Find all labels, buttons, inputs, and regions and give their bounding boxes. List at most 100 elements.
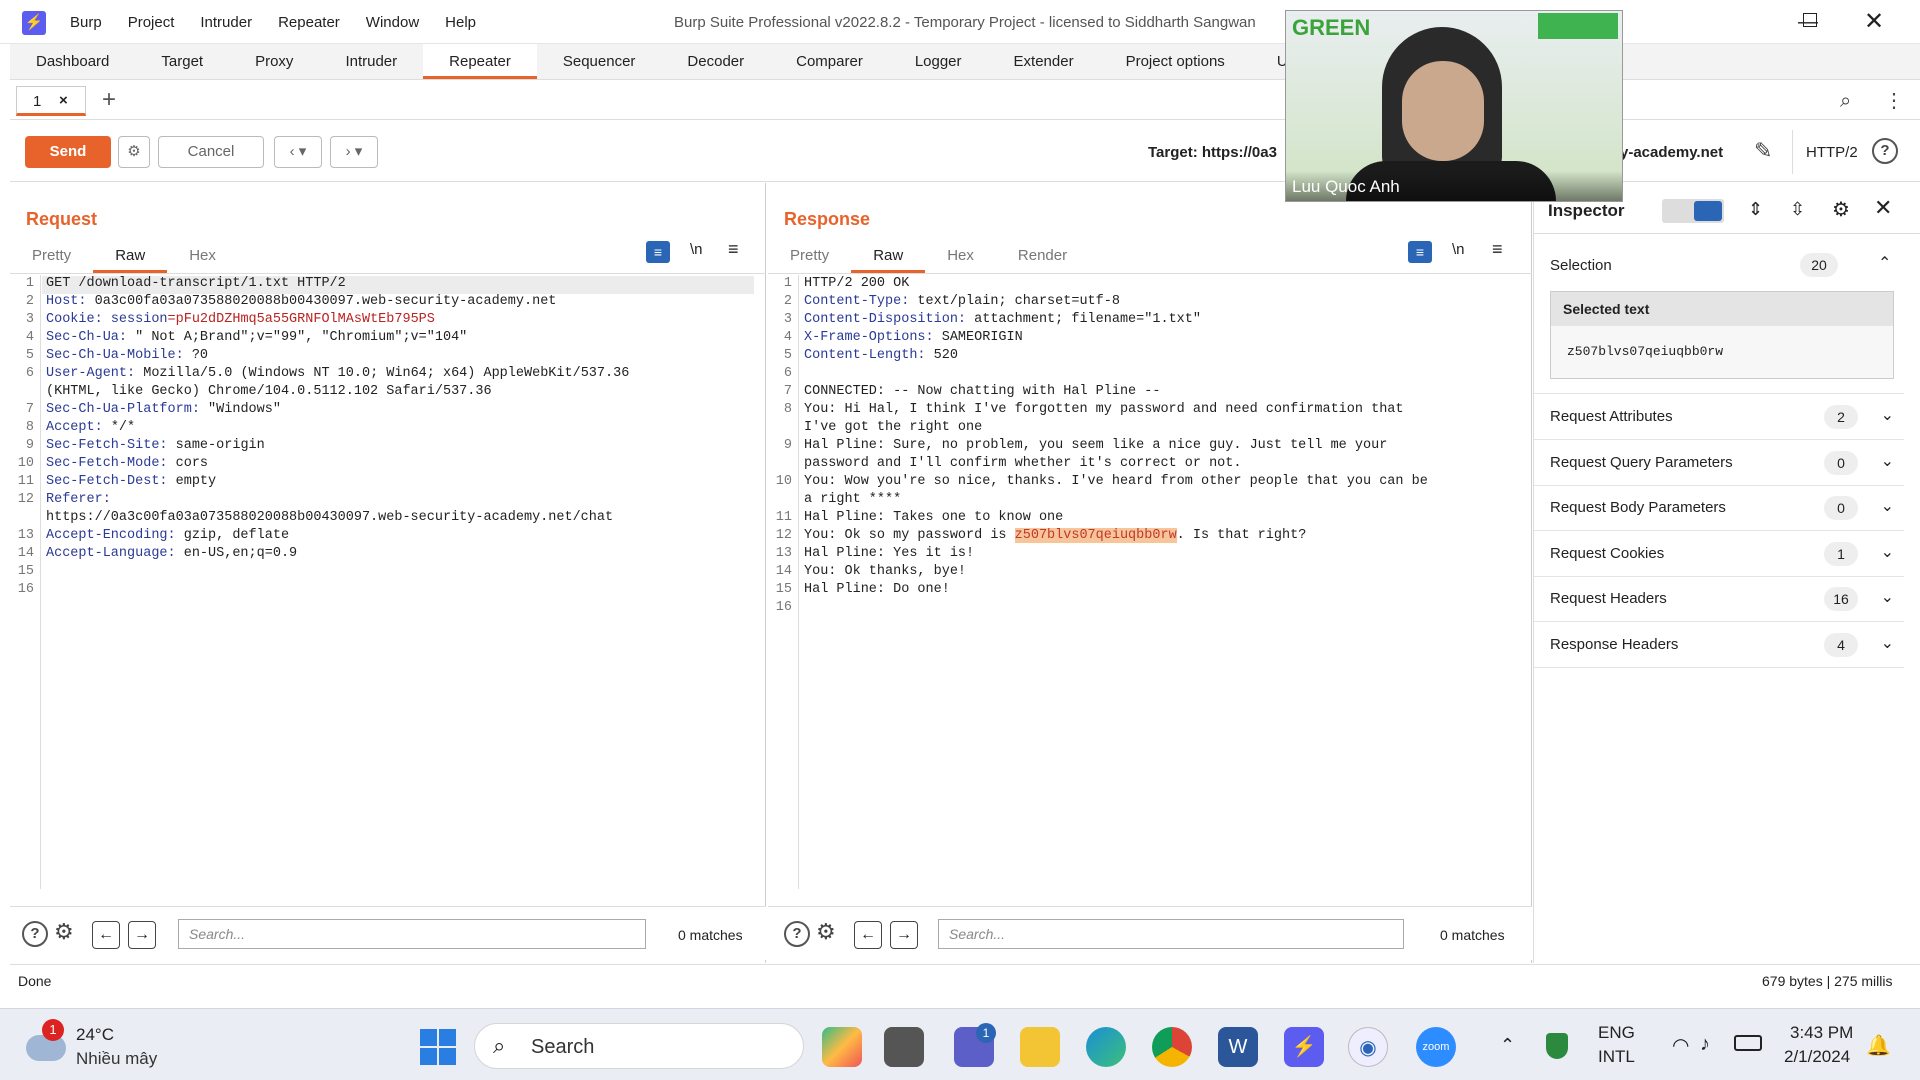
chevron-up-icon[interactable]: ⌃ — [1500, 1035, 1515, 1056]
menu-burp[interactable]: Burp — [70, 14, 102, 31]
next-match-icon[interactable]: → — [128, 921, 156, 949]
search-icon[interactable]: ⌕ — [1840, 90, 1851, 113]
weather-temp[interactable]: 24°C — [76, 1025, 114, 1045]
editor-line[interactable]: 9 Sec-Fetch-Site: same-origin — [10, 437, 629, 455]
chevron-down-icon[interactable]: ⌄ — [1881, 633, 1894, 653]
video-call-overlay[interactable]: GREEN Luu Quoc Anh — [1285, 10, 1623, 202]
zoom-icon[interactable]: zoom — [1416, 1027, 1456, 1067]
tab-project-options[interactable]: Project options — [1100, 44, 1251, 79]
copilot-icon[interactable] — [822, 1027, 862, 1067]
help-icon[interactable]: ? — [784, 921, 810, 947]
editor-line[interactable]: I've got the right one — [768, 419, 1428, 437]
editor-line[interactable]: (KHTML, like Gecko) Chrome/104.0.5112.10… — [10, 383, 629, 401]
http-version[interactable]: HTTP/2 — [1806, 144, 1858, 161]
editor-line[interactable]: 10 Sec-Fetch-Mode: cors — [10, 455, 629, 473]
add-tab-icon[interactable]: + — [102, 86, 116, 114]
tab-intruder[interactable]: Intruder — [319, 44, 423, 79]
editor-line[interactable]: 2 Content-Type: text/plain; charset=utf-8 — [768, 293, 1428, 311]
editor-line[interactable]: 4 X-Frame-Options: SAMEORIGIN — [768, 329, 1428, 347]
tab-dashboard[interactable]: Dashboard — [10, 44, 135, 79]
response-tab-pretty[interactable]: Pretty — [768, 239, 851, 273]
menu-window[interactable]: Window — [366, 14, 419, 31]
editor-line[interactable]: 5 Content-Length: 520 — [768, 347, 1428, 365]
editor-line[interactable]: 1 HTTP/2 200 OK — [768, 275, 1428, 293]
word-icon[interactable]: W — [1218, 1027, 1258, 1067]
taskbar-search[interactable]: ⌕ Search — [474, 1023, 804, 1069]
chevron-down-icon[interactable]: ⌄ — [1881, 451, 1894, 471]
inspector-row[interactable]: Response Headers 4 ⌄ — [1534, 623, 1904, 668]
file-explorer-icon[interactable] — [1020, 1027, 1060, 1067]
clock-time[interactable]: 3:43 PM — [1790, 1023, 1853, 1043]
editor-line[interactable]: 7 Sec-Ch-Ua-Platform: "Windows" — [10, 401, 629, 419]
request-search-input[interactable]: Search... — [178, 919, 646, 949]
newline-toggle-icon[interactable]: \n — [1452, 241, 1465, 258]
editor-line[interactable]: 12 Referer: — [10, 491, 629, 509]
editor-line[interactable]: 11 Hal Pline: Takes one to know one — [768, 509, 1428, 527]
menu-help[interactable]: Help — [445, 14, 476, 31]
tab-repeater[interactable]: Repeater — [423, 44, 537, 79]
editor-line[interactable]: https://0a3c00fa03a073588020088b00430097… — [10, 509, 629, 527]
editor-line[interactable]: 7 CONNECTED: -- Now chatting with Hal Pli… — [768, 383, 1428, 401]
close-tab-icon[interactable]: × — [59, 92, 68, 109]
editor-line[interactable]: 16 — [768, 599, 1428, 617]
editor-line[interactable]: 4 Sec-Ch-Ua: " Not A;Brand";v="99", "Chro… — [10, 329, 629, 347]
settings-gear-icon[interactable]: ⚙ — [816, 919, 836, 945]
language-code[interactable]: ENG — [1598, 1023, 1635, 1043]
wifi-icon[interactable]: ◠ — [1672, 1033, 1689, 1058]
volume-icon[interactable]: ♪ — [1700, 1033, 1710, 1056]
edit-target-icon[interactable]: ✎ — [1754, 138, 1772, 164]
inspector-row[interactable]: Request Body Parameters 0 ⌄ — [1534, 486, 1904, 531]
cancel-button[interactable]: Cancel — [158, 136, 264, 168]
battery-icon[interactable] — [1734, 1035, 1762, 1051]
more-options-icon[interactable]: ⋮ — [1884, 88, 1904, 113]
editor-line[interactable]: 6 User-Agent: Mozilla/5.0 (Windows NT 10.… — [10, 365, 629, 383]
editor-line[interactable]: 1 GET /download-transcript/1.txt HTTP/2 — [10, 275, 629, 293]
editor-line[interactable]: 3 Cookie: session=pFu2dDZHmq5a55GRNFOlMAs… — [10, 311, 629, 329]
editor-line[interactable]: 13 Hal Pline: Yes it is! — [768, 545, 1428, 563]
chevron-down-icon[interactable]: ⌄ — [1881, 587, 1894, 607]
chevron-down-icon[interactable]: ⌄ — [1881, 542, 1894, 562]
settings-gear-icon[interactable]: ⚙ — [1832, 197, 1850, 222]
response-tab-raw[interactable]: Raw — [851, 239, 926, 273]
editor-line[interactable]: 9 Hal Pline: Sure, no problem, you seem l… — [768, 437, 1428, 455]
layout-toggle[interactable] — [1662, 199, 1724, 223]
forward-history-button[interactable]: › ▾ — [330, 136, 378, 168]
notification-bell-icon[interactable]: 🔔 — [1866, 1033, 1891, 1058]
settings-gear-icon[interactable]: ⚙ — [54, 919, 74, 945]
editor-line[interactable]: 12 You: Ok so my password is z507blvs07qe… — [768, 527, 1428, 545]
chevron-down-icon[interactable]: ⌄ — [1881, 496, 1894, 516]
newline-toggle-icon[interactable]: \n — [690, 241, 703, 258]
burp-suite-icon[interactable]: ⚡ — [1284, 1027, 1324, 1067]
help-icon[interactable]: ? — [22, 921, 48, 947]
back-history-button[interactable]: ‹ ▾ — [274, 136, 322, 168]
editor-line[interactable]: 14 Accept-Language: en-US,en;q=0.9 — [10, 545, 629, 563]
close-inspector-icon[interactable]: ✕ — [1874, 195, 1892, 221]
repeater-tab-1[interactable]: 1 × — [16, 86, 86, 116]
tab-target[interactable]: Target — [135, 44, 229, 79]
tab-logger[interactable]: Logger — [889, 44, 988, 79]
weather-desc[interactable]: Nhiều mây — [76, 1049, 157, 1069]
maximize-icon[interactable] — [1788, 6, 1832, 34]
editor-line[interactable]: 15 — [10, 563, 629, 581]
task-view-icon[interactable] — [884, 1027, 924, 1067]
tab-sequencer[interactable]: Sequencer — [537, 44, 662, 79]
response-tab-hex[interactable]: Hex — [925, 239, 996, 273]
inspector-row[interactable]: Request Attributes 2 ⌄ — [1534, 395, 1904, 440]
tab-decoder[interactable]: Decoder — [661, 44, 770, 79]
editor-line[interactable]: 15 Hal Pline: Do one! — [768, 581, 1428, 599]
chrome-profile-icon[interactable]: ◉ — [1348, 1027, 1388, 1067]
tab-comparer[interactable]: Comparer — [770, 44, 889, 79]
editor-line[interactable]: 2 Host: 0a3c00fa03a073588020088b00430097.… — [10, 293, 629, 311]
wrap-lines-icon[interactable]: ≡ — [1408, 241, 1432, 263]
send-button[interactable]: Send — [25, 136, 111, 168]
request-tab-pretty[interactable]: Pretty — [10, 239, 93, 273]
prev-match-icon[interactable]: ← — [854, 921, 882, 949]
clock-date[interactable]: 2/1/2024 — [1784, 1047, 1850, 1067]
request-tab-raw[interactable]: Raw — [93, 239, 168, 273]
next-match-icon[interactable]: → — [890, 921, 918, 949]
collapse-all-icon[interactable]: ⇳ — [1790, 199, 1805, 220]
editor-line[interactable]: 13 Accept-Encoding: gzip, deflate — [10, 527, 629, 545]
editor-line[interactable]: 6 — [768, 365, 1428, 383]
wrap-lines-icon[interactable]: ≡ — [646, 241, 670, 263]
menu-project[interactable]: Project — [128, 14, 175, 31]
